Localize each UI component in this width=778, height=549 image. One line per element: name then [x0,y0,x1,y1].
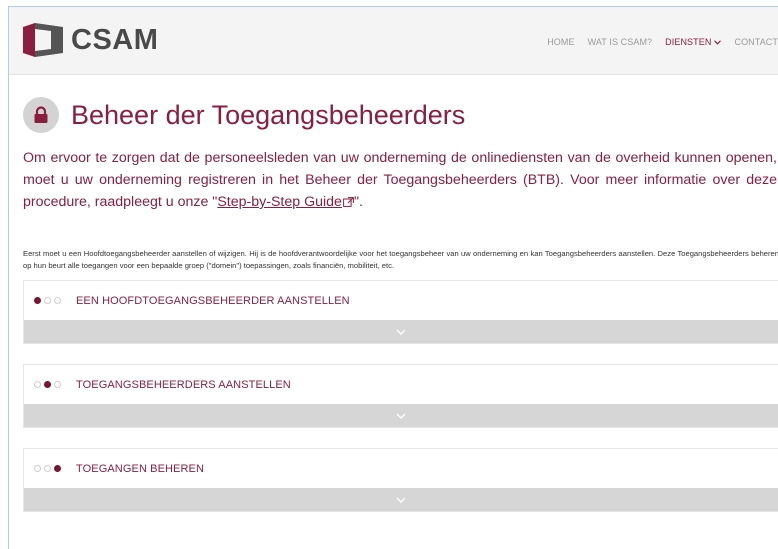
chevron-down-icon [396,329,406,335]
page-title-row: Beheer der Toegangsbeheerders [23,97,778,133]
expand-toggle[interactable] [24,320,778,343]
progress-dot [44,465,51,472]
expand-toggle[interactable] [24,404,778,427]
step-progress-dots [34,465,76,472]
nav-contact[interactable]: CONTACT [734,37,778,47]
step-header[interactable]: EEN HOOFDTOEGANGSBEHEERDER AANSTELLEN [24,281,778,320]
external-link-icon [343,192,354,214]
step-accordion-3[interactable]: TOEGANGEN BEHEREN [23,448,778,512]
intro-text-end: ". [353,194,363,210]
chevron-down-icon [396,413,406,419]
step-title: EEN HOOFDTOEGANGSBEHEERDER AANSTELLEN [76,294,350,307]
intro-text: Om ervoor te zorgen dat de personeelsled… [23,150,777,210]
main-content: Beheer der Toegangsbeheerders Om ervoor … [9,75,778,549]
step-by-step-guide-link[interactable]: Step-by-Step Guide [217,194,342,210]
intro-paragraph: Om ervoor te zorgen dat de personeelsled… [23,147,778,214]
progress-dot [44,297,51,304]
site-header: CSAM HOME WAT IS CSAM? DIENSTEN CONTACT [9,7,778,75]
chevron-down-icon [396,497,406,503]
nav-diensten-label: DIENSTEN [665,37,712,47]
nav-contact-label: CONTACT [734,37,778,47]
page-title: Beheer der Toegangsbeheerders [71,99,466,130]
expand-toggle[interactable] [24,488,778,511]
progress-dot [34,297,41,304]
lock-icon [23,97,59,133]
progress-dot [54,465,61,472]
browser-frame: CSAM HOME WAT IS CSAM? DIENSTEN CONTACT … [8,6,778,549]
brand-name: CSAM [71,23,159,56]
nav-home-label: HOME [547,37,575,47]
step-accordion-1[interactable]: EEN HOOFDTOEGANGSBEHEERDER AANSTELLEN [23,280,778,344]
nav-home[interactable]: HOME [547,37,574,47]
nav-wat-is-csam[interactable]: WAT IS CSAM? [588,37,653,47]
progress-dot [54,381,61,388]
step-header[interactable]: TOEGANGEN BEHEREN [24,449,778,488]
chevron-down-icon [714,38,722,47]
progress-dot [34,465,41,472]
explanation-text: Eerst moet u een Hoofdtoegangsbeheerder … [23,249,778,270]
step-progress-dots [34,297,76,304]
step-title: TOEGANGEN BEHEREN [76,462,205,475]
step-header[interactable]: TOEGANGSBEHEERDERS AANSTELLEN [24,365,778,404]
progress-dot [34,381,41,388]
csam-logo-icon [23,23,63,57]
step-title: TOEGANGSBEHEERDERS AANSTELLEN [76,378,291,391]
step-progress-dots [34,381,76,388]
csam-logo[interactable]: CSAM [23,23,158,57]
step-accordion-2[interactable]: TOEGANGSBEHEERDERS AANSTELLEN [23,364,778,428]
progress-dot [44,381,51,388]
progress-dot [54,297,61,304]
nav-wat-is-csam-label: WAT IS CSAM? [587,37,653,47]
nav-diensten[interactable]: DIENSTEN [665,37,722,47]
main-nav: HOME WAT IS CSAM? DIENSTEN CONTACT [534,37,778,47]
